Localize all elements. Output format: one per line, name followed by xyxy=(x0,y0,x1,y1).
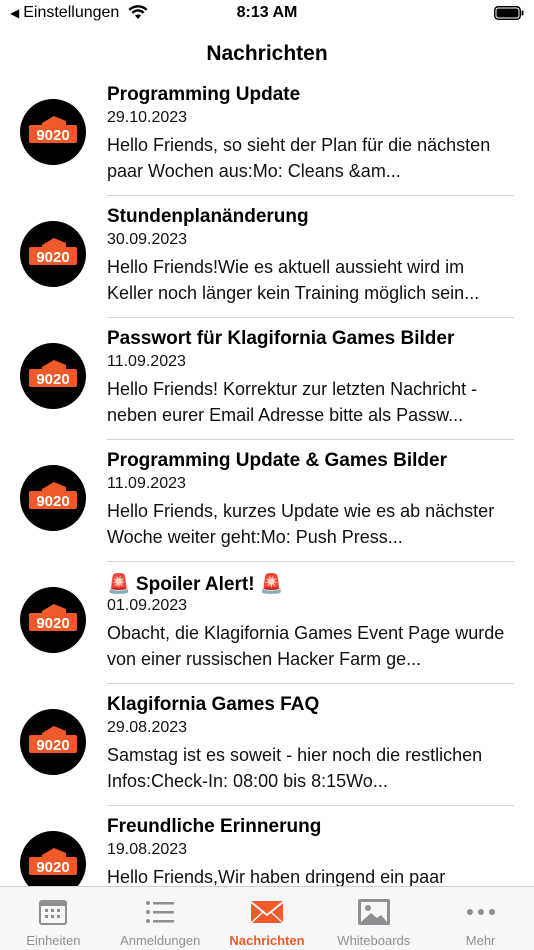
message-title: Stundenplanänderung xyxy=(107,206,309,227)
status-time: 8:13 AM xyxy=(236,4,298,21)
list-icon xyxy=(146,901,175,923)
message-title: Passwort für Klagifornia Games Bilder xyxy=(107,328,455,349)
battery-icon xyxy=(494,6,524,20)
more-icon xyxy=(466,909,495,915)
message-preview: Samstag ist es soweit - hier noch die re… xyxy=(107,745,483,791)
message-date: 11.09.2023 xyxy=(107,475,186,492)
club-logo-avatar: 9020 xyxy=(20,709,86,775)
message-date: 11.09.2023 xyxy=(107,353,186,370)
message-date: 29.10.2023 xyxy=(107,109,188,126)
message-preview: Hello Friends, so sieht der Plan für die… xyxy=(107,135,491,181)
tab-label: Einheiten xyxy=(26,933,81,948)
tab-label: Nachrichten xyxy=(229,933,305,948)
tab-label: Anmeldungen xyxy=(120,933,201,948)
tab-label: Whiteboards xyxy=(337,933,411,948)
tab-whiteboards[interactable]: Whiteboards xyxy=(320,887,427,950)
club-logo-avatar: 9020 xyxy=(20,221,86,287)
message-date: 01.09.2023 xyxy=(107,597,188,614)
message-preview: Hello Friends, kurzes Update wie es ab n… xyxy=(107,501,495,547)
message-title: 🚨 Spoiler Alert! 🚨 xyxy=(107,574,284,595)
club-logo-avatar: 9020 xyxy=(20,587,86,653)
message-title: Programming Update xyxy=(107,84,301,105)
message-row[interactable]: 9020 Passwort für Klagifornia Games Bild… xyxy=(0,318,534,440)
message-row[interactable]: 9020 Programming Update 29.10.2023 Hello… xyxy=(0,74,534,196)
message-preview: Hello Friends! Korrektur zur letzten Nac… xyxy=(107,379,478,425)
svg-text:9020: 9020 xyxy=(36,859,69,876)
message-preview: Obacht, die Klagifornia Games Event Page… xyxy=(107,623,505,669)
message-date: 19.08.2023 xyxy=(107,841,188,858)
tab-nachrichten[interactable]: Nachrichten xyxy=(214,887,321,950)
message-row[interactable]: 9020 Stundenplanänderung 30.09.2023 Hell… xyxy=(0,196,534,318)
message-title: Programming Update & Games Bilder xyxy=(107,450,447,471)
message-title: Freundliche Erinnerung xyxy=(107,816,322,837)
tab-einheiten[interactable]: Einheiten xyxy=(0,887,107,950)
svg-text:9020: 9020 xyxy=(36,737,69,754)
message-title: Klagifornia Games FAQ xyxy=(107,694,320,715)
svg-text:9020: 9020 xyxy=(36,371,69,388)
page-title: Nachrichten xyxy=(206,42,328,65)
message-date: 30.09.2023 xyxy=(107,231,188,248)
tab-label: Mehr xyxy=(465,933,496,948)
club-logo-avatar: 9020 xyxy=(20,99,86,165)
svg-text:9020: 9020 xyxy=(36,127,69,144)
message-preview: Hello Friends!Wie es aktuell aussieht wi… xyxy=(107,257,480,303)
club-logo-avatar: 9020 xyxy=(20,343,86,409)
message-row[interactable]: 9020 Klagifornia Games FAQ 29.08.2023 Sa… xyxy=(0,684,534,806)
message-row[interactable]: 9020 🚨 Spoiler Alert! 🚨 01.09.2023 Obach… xyxy=(0,562,534,684)
club-logo-avatar: 9020 xyxy=(20,831,86,886)
svg-text:9020: 9020 xyxy=(36,249,69,266)
svg-text:9020: 9020 xyxy=(36,615,69,632)
message-row[interactable]: 9020 Programming Update & Games Bilder 1… xyxy=(0,440,534,562)
club-logo-avatar: 9020 xyxy=(20,465,86,531)
status-bar: ◀ Einstellungen 8:13 AM xyxy=(0,0,534,28)
message-row[interactable]: 9020 Freundliche Erinnerung 19.08.2023 H… xyxy=(0,806,534,886)
svg-text:9020: 9020 xyxy=(36,493,69,510)
envelope-icon xyxy=(250,901,283,924)
message-date: 29.08.2023 xyxy=(107,719,188,736)
photo-icon xyxy=(357,899,390,925)
tab-anmeldungen[interactable]: Anmeldungen xyxy=(107,887,214,950)
message-list[interactable]: 9020 Programming Update 29.10.2023 Hello… xyxy=(0,74,534,886)
message-preview: Hello Friends,Wir haben dringend ein paa… xyxy=(107,867,446,886)
tab-bar: Einheiten Anmeldungen Nachrichten Whiteb… xyxy=(0,886,534,950)
tab-mehr[interactable]: Mehr xyxy=(427,887,534,950)
calendar-icon xyxy=(39,900,68,925)
